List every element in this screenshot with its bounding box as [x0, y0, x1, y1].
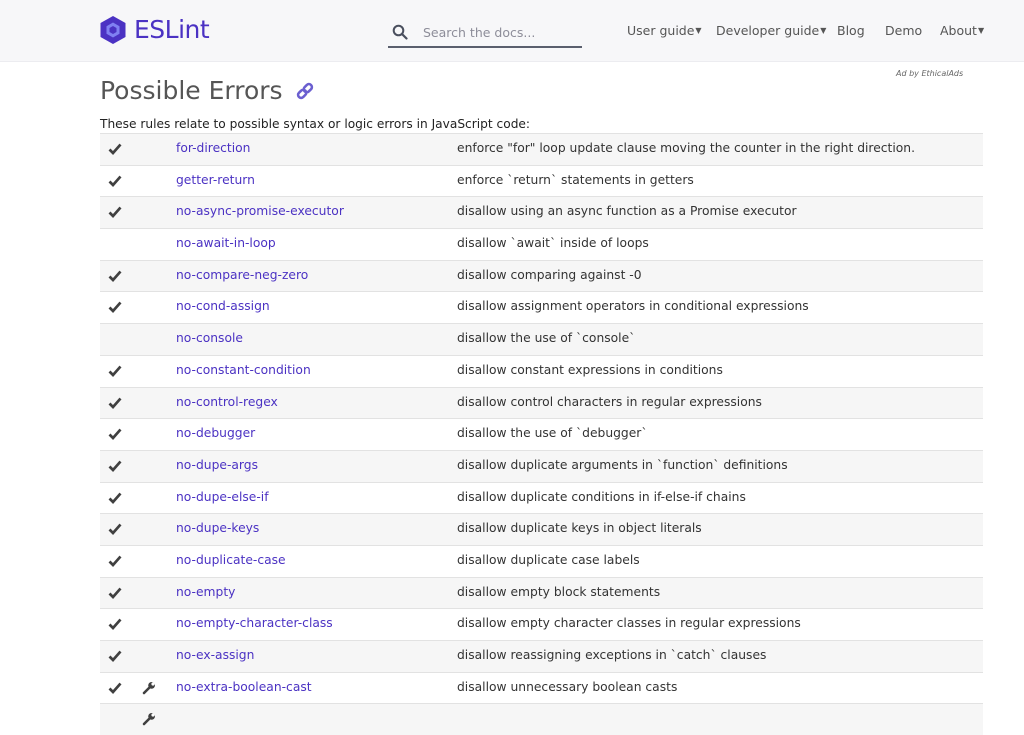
ethicalads-credit[interactable]: Ad by EthicalAds: [896, 69, 963, 78]
rule-description: disallow using an async function as a Pr…: [457, 204, 797, 219]
rule-row-no-console: no-console disallow the use of `console`: [100, 323, 983, 355]
nav-demo[interactable]: Demo: [885, 22, 922, 40]
rule-description: disallow empty character classes in regu…: [457, 616, 801, 631]
top-navbar: ESLint User guide▼ Developer guide▼ Blog…: [0, 0, 1024, 62]
caret-down-icon: ▼: [695, 26, 702, 35]
wrench-icon: [142, 711, 156, 730]
nav-demo-label: Demo: [885, 23, 923, 38]
rule-name-link[interactable]: no-ex-assign: [176, 648, 254, 662]
rule-description: disallow comparing against -0: [457, 267, 642, 282]
rule-description: disallow constant expressions in conditi…: [457, 362, 723, 377]
rule-name-link[interactable]: no-dupe-args: [176, 458, 258, 472]
nav-developer-guide-label: Developer guide: [716, 23, 820, 38]
rule-name-link[interactable]: no-await-in-loop: [176, 236, 276, 250]
rule-description: disallow unnecessary boolean casts: [457, 679, 678, 694]
check-mark-icon: [108, 141, 122, 160]
rule-row-no-cond-assign: no-cond-assign disallow assignment opera…: [100, 291, 983, 323]
rule-row-no-await-in-loop: no-await-in-loop disallow `await` inside…: [100, 228, 983, 260]
rules-table: for-direction enforce "for" loop update …: [100, 133, 983, 735]
rule-description: disallow duplicate case labels: [457, 552, 640, 567]
check-mark-icon: [108, 426, 122, 445]
rule-description: disallow duplicate arguments in `functio…: [457, 457, 788, 472]
rule-name-link[interactable]: no-control-regex: [176, 395, 278, 409]
rule-row-no-extra-boolean-cast: no-extra-boolean-cast disallow unnecessa…: [100, 671, 983, 704]
rule-row-no-debugger: no-debugger disallow the use of `debugge…: [100, 418, 983, 450]
rule-row-no-ex-assign: no-ex-assign disallow reassigning except…: [100, 640, 983, 672]
rule-name-link[interactable]: no-console: [176, 331, 243, 345]
rule-row-no-empty-character-class: no-empty-character-class disallow empty …: [100, 608, 983, 640]
search-box[interactable]: [388, 18, 582, 48]
wrench-icon: [142, 680, 156, 699]
rule-row-getter-return: getter-return enforce `return` statement…: [100, 164, 983, 197]
rule-description: enforce `return` statements in getters: [457, 172, 694, 187]
check-mark-icon: [108, 268, 122, 287]
check-mark-icon: [108, 616, 122, 635]
nav-developer-guide[interactable]: Developer guide▼: [716, 22, 826, 40]
nav-about-label: About: [940, 23, 977, 38]
rule-description: disallow `await` inside of loops: [457, 236, 649, 251]
check-mark-icon: [108, 521, 122, 540]
nav-about[interactable]: About▼: [940, 22, 984, 40]
rule-description: disallow assignment operators in conditi…: [457, 299, 809, 314]
rule-row-for-direction: for-direction enforce "for" loop update …: [100, 133, 983, 165]
check-mark-icon: [108, 204, 122, 223]
check-mark-icon: [108, 395, 122, 414]
rule-description: disallow reassigning exceptions in `catc…: [457, 648, 767, 662]
eslint-hexagon-icon: [100, 16, 126, 44]
rule-row-no-async-promise-executor: no-async-promise-executor disallow using…: [100, 196, 983, 229]
rule-row-no-control-regex: no-control-regex disallow control charac…: [100, 386, 983, 419]
rule-description: disallow the use of `debugger`: [457, 426, 648, 441]
rule-name-link[interactable]: no-cond-assign: [176, 299, 270, 313]
page-title-text: Possible Errors: [100, 76, 283, 105]
check-mark-icon: [108, 680, 122, 699]
check-mark-icon: [108, 299, 122, 318]
rule-description: disallow duplicate keys in object litera…: [457, 521, 702, 536]
rule-name-link[interactable]: no-dupe-else-if: [176, 490, 269, 504]
rule-name-link[interactable]: for-direction: [176, 141, 250, 155]
rule-row-no-dupe-else-if: no-dupe-else-if disallow duplicate condi…: [100, 481, 983, 514]
rule-name-link[interactable]: getter-return: [176, 173, 255, 187]
check-mark-icon: [108, 458, 122, 477]
rule-row-no-empty: no-empty disallow empty block statements: [100, 576, 983, 609]
section-intro: These rules relate to possible syntax or…: [100, 117, 531, 131]
page-title: Possible Errors: [100, 73, 315, 109]
check-mark-icon: [108, 490, 122, 509]
search-icon: [392, 24, 408, 40]
rule-name-link[interactable]: no-extra-boolean-cast: [176, 680, 312, 694]
rule-name-link[interactable]: no-compare-neg-zero: [176, 268, 308, 282]
rule-row-no-dupe-keys: no-dupe-keys disallow duplicate keys in …: [100, 513, 983, 545]
check-mark-icon: [108, 173, 122, 192]
rule-row-no-dupe-args: no-dupe-args disallow duplicate argument…: [100, 449, 983, 482]
rule-name-link[interactable]: no-constant-condition: [176, 363, 311, 377]
rule-name-link[interactable]: no-empty: [176, 585, 235, 599]
nav-user-guide-label: User guide: [627, 23, 695, 38]
rule-description: disallow empty block statements: [457, 584, 661, 599]
logo-text: ESLint: [134, 15, 210, 44]
rule-name-link[interactable]: no-async-promise-executor: [176, 204, 344, 218]
rule-row-no-duplicate-case: no-duplicate-case disallow duplicate cas…: [100, 544, 983, 577]
check-mark-icon: [108, 553, 122, 572]
eslint-logo[interactable]: ESLint: [98, 14, 210, 46]
check-mark-icon: [108, 585, 122, 604]
rule-row-partial: [100, 703, 983, 735]
rule-row-no-compare-neg-zero: no-compare-neg-zero disallow comparing a…: [100, 259, 983, 292]
search-input[interactable]: [421, 23, 575, 41]
rule-name-link[interactable]: no-empty-character-class: [176, 616, 333, 630]
rule-name-link[interactable]: no-debugger: [176, 426, 255, 440]
link-icon[interactable]: [295, 81, 315, 101]
rule-description: enforce "for" loop update clause moving …: [457, 141, 915, 155]
check-mark-icon: [108, 363, 122, 382]
rule-description: disallow duplicate conditions in if-else…: [457, 489, 746, 504]
caret-down-icon: ▼: [820, 26, 827, 35]
rule-name-link[interactable]: no-dupe-keys: [176, 521, 259, 535]
caret-down-icon: ▼: [977, 26, 985, 35]
rule-name-link[interactable]: no-duplicate-case: [176, 553, 286, 567]
rule-description: disallow the use of `console`: [457, 331, 636, 346]
check-mark-icon: [108, 648, 122, 667]
nav-blog-label: Blog: [837, 23, 865, 38]
nav-user-guide[interactable]: User guide▼: [627, 22, 702, 40]
rule-row-no-constant-condition: no-constant-condition disallow constant …: [100, 354, 983, 387]
rule-description: disallow control characters in regular e…: [457, 394, 762, 409]
nav-blog[interactable]: Blog: [837, 22, 865, 40]
